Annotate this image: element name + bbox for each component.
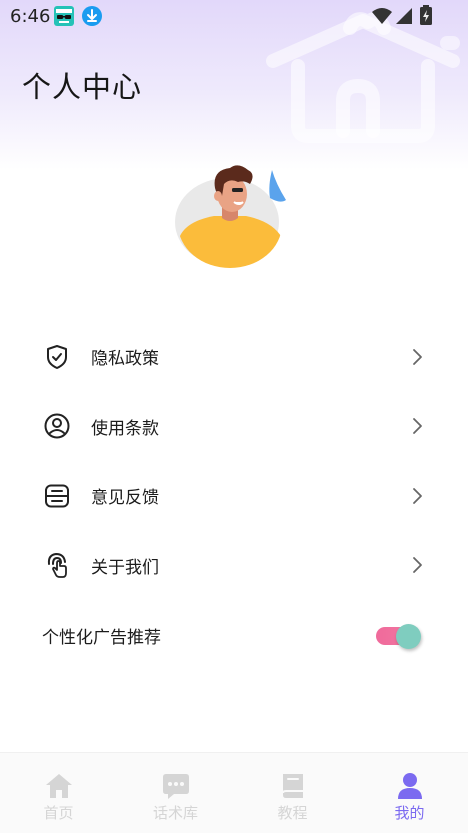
menu-list: 隐私政策 使用条款 意见反馈 关于我们 — [0, 322, 468, 600]
tab-label: 话术库 — [152, 804, 198, 822]
personalized-ads-row: 个性化广告推荐 — [0, 600, 468, 670]
feedback-icon — [44, 483, 70, 509]
person-icon — [396, 772, 424, 800]
tab-mine[interactable]: 我的 — [351, 753, 468, 833]
menu-item-label: 意见反馈 — [91, 488, 159, 509]
menu-item-terms-of-use[interactable]: 使用条款 — [0, 392, 468, 462]
tab-label: 首页 — [43, 804, 74, 822]
bottom-tab-bar: 首页 话术库 教程 我的 — [0, 752, 468, 833]
menu-item-label: 使用条款 — [91, 418, 159, 439]
menu-item-label: 隐私政策 — [91, 349, 159, 370]
tab-label: 教程 — [277, 804, 308, 822]
personalized-ads-label: 个性化广告推荐 — [42, 627, 161, 648]
menu-item-about-us[interactable]: 关于我们 — [0, 531, 468, 601]
battery-icon — [420, 5, 432, 25]
page-title: 个人中心 — [22, 70, 143, 104]
personalized-ads-toggle[interactable] — [376, 624, 422, 649]
shield-check-icon — [44, 344, 70, 370]
touch-icon — [44, 552, 70, 579]
chevron-right-icon — [413, 487, 422, 504]
user-circle-icon — [44, 413, 70, 439]
avatar[interactable] — [172, 158, 298, 270]
menu-item-label: 关于我们 — [91, 557, 159, 578]
book-icon — [279, 772, 307, 800]
app-icon — [54, 6, 74, 26]
home-icon — [45, 772, 73, 800]
wifi-icon — [372, 8, 392, 24]
signal-icon — [396, 8, 412, 24]
tab-label: 我的 — [394, 804, 425, 822]
menu-item-privacy-policy[interactable]: 隐私政策 — [0, 322, 468, 392]
tab-home[interactable]: 首页 — [0, 753, 117, 833]
toggle-thumb — [396, 624, 421, 649]
tab-tutorials[interactable]: 教程 — [234, 753, 351, 833]
menu-item-feedback[interactable]: 意见反馈 — [0, 461, 468, 531]
chevron-right-icon — [413, 557, 422, 574]
chevron-right-icon — [413, 348, 422, 365]
tab-scripts[interactable]: 话术库 — [117, 753, 234, 833]
chevron-right-icon — [413, 418, 422, 435]
chat-icon — [162, 772, 190, 800]
status-bar: 6:46 — [0, 0, 468, 34]
status-time: 6:46 — [10, 6, 51, 27]
download-icon — [82, 6, 102, 26]
